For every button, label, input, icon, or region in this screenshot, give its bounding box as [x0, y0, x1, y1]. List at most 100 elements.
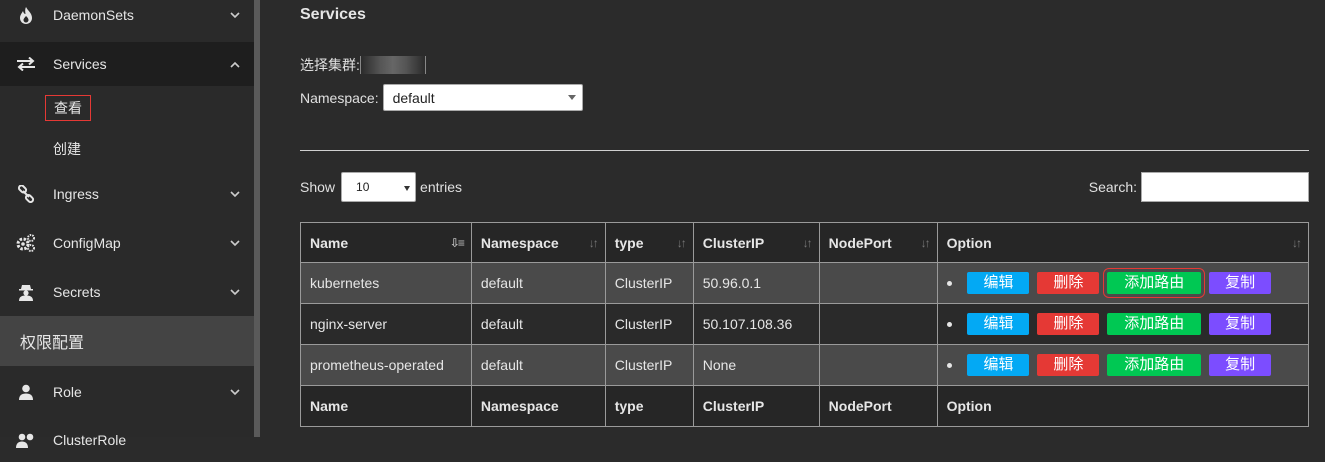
chevron-down-icon [228, 236, 242, 250]
link-icon [15, 185, 37, 203]
namespace-select-value: default [392, 89, 435, 106]
column-header-nodeport[interactable]: NodePort ↓↑ [818, 222, 938, 263]
cell-nodeport [818, 262, 938, 304]
sidebar-item-label: ConfigMap [53, 235, 121, 251]
sort-desc-icon: ⇩≡ [449, 236, 465, 250]
fire-icon [15, 6, 37, 24]
dropdown-arrow-icon [567, 95, 576, 100]
column-header-option[interactable]: Option ↓↑ [936, 222, 1310, 263]
table-footer-row: Name Namespace type ClusterIP NodePort O… [300, 385, 1310, 427]
page-length-select[interactable]: 10 [341, 172, 417, 202]
footer-namespace: Namespace [470, 385, 606, 427]
footer-nodeport: NodePort [818, 385, 938, 427]
table-header-row: Name ⇩≡ Namespace ↓↑ type ↓↑ ClusterIP ↓↑ No… [300, 222, 1310, 263]
footer-option: Option [936, 385, 1310, 427]
sort-icon: ↓↑ [802, 236, 813, 250]
bullet [946, 321, 952, 327]
cell-namespace: default [470, 344, 606, 386]
chevron-down-icon [228, 8, 242, 22]
namespace-selector-row: Namespace: default [300, 84, 583, 111]
sidebar-item-role[interactable]: Role [0, 370, 254, 414]
exchange-icon [15, 57, 37, 71]
sidebar-item-configmap[interactable]: ConfigMap [0, 221, 254, 265]
page-title: Services [300, 6, 366, 23]
edit-button[interactable]: 编辑 [967, 272, 1030, 294]
chevron-down-icon [228, 187, 242, 201]
cluster-label: 选择集群: [300, 57, 360, 73]
delete-button[interactable]: 删除 [1037, 354, 1100, 376]
search-input[interactable] [1141, 172, 1309, 202]
cluster-select[interactable] [359, 56, 426, 74]
copy-button[interactable]: 复制 [1209, 313, 1272, 335]
namespace-select[interactable]: default [382, 84, 583, 111]
add-route-button[interactable]: 添加路由 [1107, 313, 1202, 335]
search-label: Search: [1088, 179, 1137, 195]
sidebar-item-label: Ingress [53, 186, 99, 202]
sort-icon: ↓↑ [1292, 236, 1302, 250]
show-label: Show [300, 179, 336, 195]
sort-icon: ↓↑ [676, 236, 687, 250]
delete-button[interactable]: 删除 [1037, 272, 1100, 294]
table-row: kubernetes default ClusterIP 50.96.0.1 编… [300, 262, 1310, 304]
bullet [946, 362, 952, 368]
chevron-up-icon [228, 57, 242, 71]
sidebar-item-secrets[interactable]: Secrets [0, 270, 254, 314]
column-header-namespace[interactable]: Namespace ↓↑ [470, 222, 606, 263]
cell-options: 编辑 删除 添加路由 复制 [936, 303, 1310, 345]
footer-clusterip: ClusterIP [692, 385, 820, 427]
sidebar-item-daemonsets[interactable]: DaemonSets [0, 0, 254, 37]
cell-name: prometheus-operated [300, 344, 472, 386]
table-row: prometheus-operated default ClusterIP No… [300, 344, 1310, 386]
delete-button[interactable]: 删除 [1037, 313, 1100, 335]
sidebar-subitem-create[interactable]: 创建 [45, 137, 89, 161]
divider [300, 150, 1309, 151]
services-table: Name ⇩≡ Namespace ↓↑ type ↓↑ ClusterIP ↓↑ No… [300, 222, 1310, 427]
sidebar: DaemonSets Services 查看 创建 Ingress Config… [0, 0, 254, 448]
chevron-down-icon [228, 385, 242, 399]
cell-nodeport [818, 303, 938, 345]
footer-name: Name [300, 385, 472, 427]
user-secret-icon [15, 283, 37, 301]
cell-options: 编辑 删除 添加路由 复制 [936, 262, 1310, 304]
add-route-button[interactable]: 添加路由 [1107, 354, 1202, 376]
chevron-down-icon [228, 285, 242, 299]
page-length-value: 10 [356, 180, 370, 194]
table-row: nginx-server default ClusterIP 50.107.10… [300, 303, 1310, 345]
column-header-type[interactable]: type ↓↑ [604, 222, 694, 263]
cell-type: ClusterIP [604, 262, 694, 304]
main-content: Services 选择集群: Namespace: default Show 1… [280, 0, 1325, 437]
sidebar-item-label: ClusterRole [53, 432, 127, 448]
sidebar-subitem-view[interactable]: 查看 [45, 95, 91, 121]
cogs-icon [15, 234, 37, 252]
cell-namespace: default [470, 303, 606, 345]
edit-button[interactable]: 编辑 [967, 354, 1030, 376]
sidebar-item-clusterrole[interactable]: ClusterRole [0, 418, 254, 462]
sidebar-item-label: Services [53, 56, 107, 72]
copy-button[interactable]: 复制 [1209, 272, 1272, 294]
entries-label: entries [420, 179, 463, 195]
sidebar-item-services[interactable]: Services [0, 42, 254, 86]
column-header-name[interactable]: Name ⇩≡ [300, 222, 472, 263]
cell-type: ClusterIP [604, 303, 694, 345]
copy-button[interactable]: 复制 [1209, 354, 1272, 376]
sort-icon: ↓↑ [588, 236, 599, 250]
page-length-control: Show 10 entries [300, 172, 462, 202]
dropdown-arrow-icon [404, 186, 411, 191]
cell-clusterip: 50.96.0.1 [692, 262, 820, 304]
edit-button[interactable]: 编辑 [967, 313, 1030, 335]
search-control: Search: [1089, 172, 1309, 202]
cell-clusterip: 50.107.108.36 [692, 303, 820, 345]
column-header-clusterip[interactable]: ClusterIP ↓↑ [692, 222, 820, 263]
section-header-permissions: 权限配置 [0, 316, 260, 366]
cell-options: 编辑 删除 添加路由 复制 [936, 344, 1310, 386]
sidebar-item-ingress[interactable]: Ingress [0, 172, 254, 216]
sidebar-item-label: DaemonSets [53, 7, 134, 23]
cell-clusterip: None [692, 344, 820, 386]
bullet [946, 280, 952, 286]
cell-name: kubernetes [300, 262, 472, 304]
user-icon [15, 384, 37, 400]
sidebar-item-label: Secrets [53, 284, 101, 300]
cell-type: ClusterIP [604, 344, 694, 386]
add-route-button[interactable]: 添加路由 [1103, 268, 1206, 298]
cluster-selector-row: 选择集群: [300, 55, 426, 75]
